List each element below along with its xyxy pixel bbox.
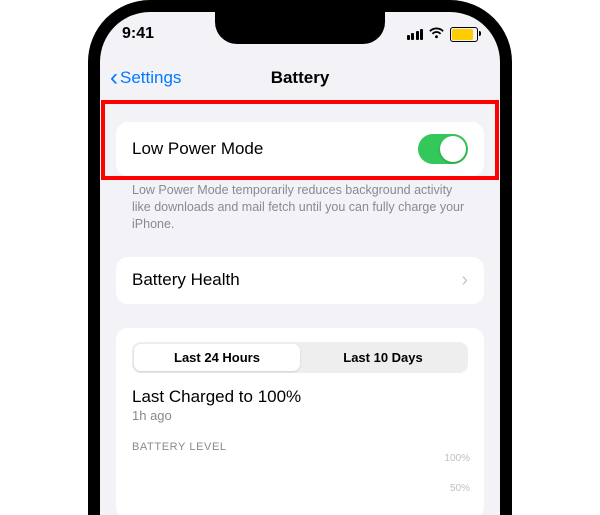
chevron-left-icon: ‹ [110, 66, 118, 90]
chart-ytick-50: 50% [450, 483, 470, 494]
time-range-segment: Last 24 Hours Last 10 Days [132, 342, 468, 373]
back-button[interactable]: ‹ Settings [110, 66, 181, 90]
back-label: Settings [120, 68, 181, 88]
chart-ytick-100: 100% [444, 453, 470, 464]
cellular-signal-icon [407, 29, 424, 40]
annotation-highlight [101, 100, 499, 180]
nav-header: ‹ Settings Battery [100, 56, 500, 100]
page-title: Battery [271, 68, 330, 88]
last-charged-title: Last Charged to 100% [132, 387, 468, 407]
battery-health-cell[interactable]: Battery Health › [116, 257, 484, 304]
segment-last-24-hours[interactable]: Last 24 Hours [134, 344, 300, 371]
status-time: 9:41 [122, 25, 154, 43]
usage-card: Last 24 Hours Last 10 Days Last Charged … [116, 328, 484, 515]
battery-level-chart: 100% 50% [132, 457, 468, 515]
phone-frame: 9:41 ‹ Settings Battery Low Power Mode [88, 0, 512, 515]
chevron-right-icon: › [461, 269, 468, 292]
last-charged-subtitle: 1h ago [132, 408, 468, 423]
battery-level-label: BATTERY LEVEL [132, 441, 468, 453]
battery-health-label: Battery Health [132, 270, 240, 290]
segment-last-10-days[interactable]: Last 10 Days [300, 344, 466, 371]
battery-icon [450, 27, 478, 42]
notch [215, 10, 385, 44]
low-power-mode-footer: Low Power Mode temporarily reduces backg… [116, 176, 484, 233]
wifi-icon [428, 27, 445, 42]
